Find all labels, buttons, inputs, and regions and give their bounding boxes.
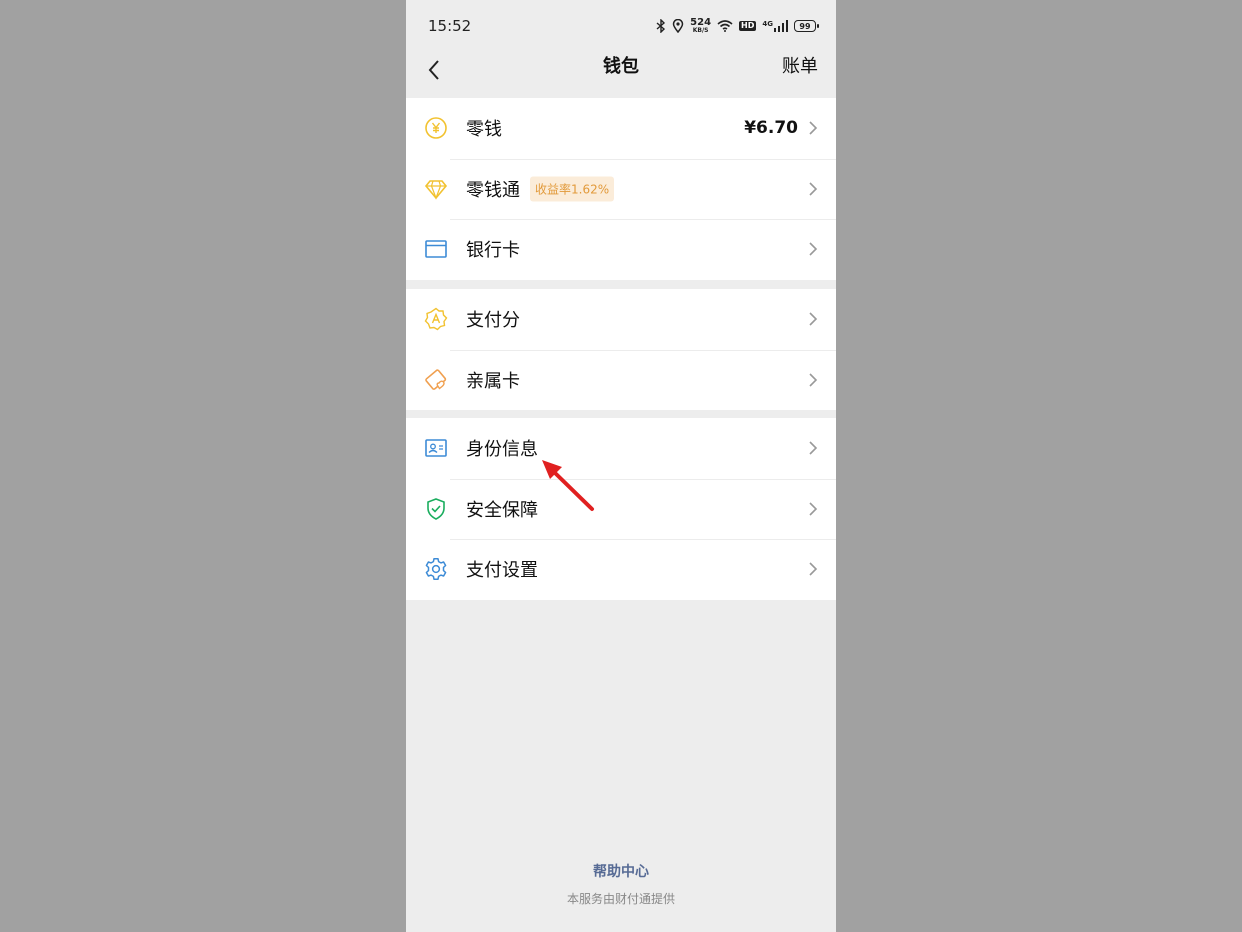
- wallet-group-settings: 身份信息 安全保障 支付设置: [406, 418, 836, 600]
- wallet-group-credit: 支付分 亲属卡: [406, 289, 836, 410]
- net-speed: 524 KB/S: [690, 17, 712, 34]
- battery-icon: 99: [794, 20, 819, 32]
- status-bar: 15:52 524 KB/S HD 4G 99: [406, 0, 836, 46]
- provider-note: 本服务由财付通提供: [566, 892, 675, 906]
- row-security[interactable]: 安全保障: [406, 478, 836, 540]
- shield-check-icon: [424, 497, 448, 521]
- row-family-card[interactable]: 亲属卡: [406, 349, 836, 411]
- row-label: 支付设置: [466, 560, 538, 582]
- chevron-right-icon: [809, 441, 818, 455]
- wallet-group-balance: 零钱 ¥6.70 零钱通 收益率1.62% 银行卡: [406, 98, 836, 280]
- row-bank-card[interactable]: 银行卡: [406, 219, 836, 280]
- help-center-link[interactable]: 帮助中心: [406, 861, 836, 881]
- id-card-icon: [424, 436, 448, 460]
- chevron-right-icon: [809, 242, 818, 256]
- chevron-right-icon: [809, 312, 818, 326]
- family-card-icon: [424, 368, 448, 392]
- gear-icon: [424, 557, 448, 581]
- status-icons: 524 KB/S HD 4G 99: [656, 15, 819, 37]
- hd-indicator: HD: [739, 21, 757, 31]
- bluetooth-icon: [656, 19, 666, 33]
- yield-badge: 收益率1.62%: [530, 176, 615, 202]
- status-time: 15:52: [428, 17, 472, 35]
- chevron-left-icon: [428, 60, 439, 80]
- back-button[interactable]: [416, 52, 452, 88]
- balance-value: ¥6.70: [744, 118, 798, 139]
- row-change[interactable]: 零钱 ¥6.70: [406, 98, 836, 159]
- pay-score-icon: [424, 307, 448, 331]
- chevron-right-icon: [809, 373, 818, 387]
- row-pay-settings[interactable]: 支付设置: [406, 539, 836, 600]
- row-label: 支付分: [466, 310, 520, 332]
- diamond-icon: [424, 177, 448, 201]
- row-label: 身份信息: [466, 439, 538, 461]
- page-title: 钱包: [603, 56, 639, 77]
- wallet-screen: 15:52 524 KB/S HD 4G 99 钱包 账单 零钱 ¥6.70 零…: [406, 0, 836, 932]
- row-label: 银行卡: [466, 240, 520, 262]
- row-pay-score[interactable]: 支付分: [406, 289, 836, 350]
- location-icon: [672, 19, 684, 33]
- row-label: 零钱通: [466, 179, 520, 201]
- row-label: 安全保障: [466, 499, 538, 521]
- row-label: 亲属卡: [466, 370, 520, 392]
- bill-link[interactable]: 账单: [782, 52, 818, 78]
- chevron-right-icon: [809, 562, 818, 576]
- chevron-right-icon: [809, 121, 818, 135]
- bank-card-icon: [424, 237, 448, 261]
- chevron-right-icon: [809, 502, 818, 516]
- nav-bar: 钱包 账单: [406, 46, 836, 98]
- row-label: 零钱: [466, 119, 502, 141]
- chevron-right-icon: [809, 182, 818, 196]
- row-change-plus[interactable]: 零钱通 收益率1.62%: [406, 158, 836, 220]
- signal-icon: 4G: [762, 20, 788, 32]
- wifi-icon: [717, 20, 733, 32]
- row-identity-info[interactable]: 身份信息: [406, 418, 836, 479]
- yuan-coin-icon: [424, 116, 448, 140]
